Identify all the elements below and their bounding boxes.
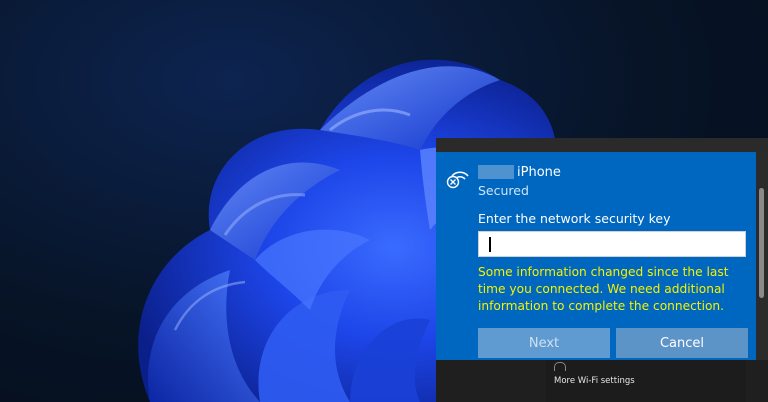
security-key-label: Enter the network security key	[478, 211, 671, 226]
redacted-text	[478, 165, 514, 179]
scrollbar-thumb[interactable]	[759, 188, 764, 298]
warning-message: Some information changed since the last …	[478, 265, 729, 313]
wifi-secured-error-icon	[446, 171, 469, 189]
more-wifi-settings-link[interactable]: More Wi-Fi settings	[554, 376, 635, 386]
wifi-icon	[554, 362, 566, 371]
network-name-row: iPhone	[478, 163, 561, 181]
network-name: iPhone	[517, 164, 561, 180]
network-list-footer: More Wi-Fi settings	[546, 360, 746, 402]
security-key-input[interactable]	[478, 231, 746, 257]
wifi-connect-panel: iPhone Secured Enter the network securit…	[436, 152, 756, 360]
cancel-button[interactable]: Cancel	[616, 328, 748, 358]
wifi-flyout: iPhone Secured Enter the network securit…	[436, 138, 768, 402]
text-caret	[489, 237, 491, 252]
network-list-item-partial[interactable]	[554, 362, 570, 372]
network-status: Secured	[478, 183, 529, 198]
flyout-header-strip	[436, 138, 768, 152]
next-button[interactable]: Next	[478, 328, 610, 358]
scrollbar[interactable]	[756, 152, 768, 360]
